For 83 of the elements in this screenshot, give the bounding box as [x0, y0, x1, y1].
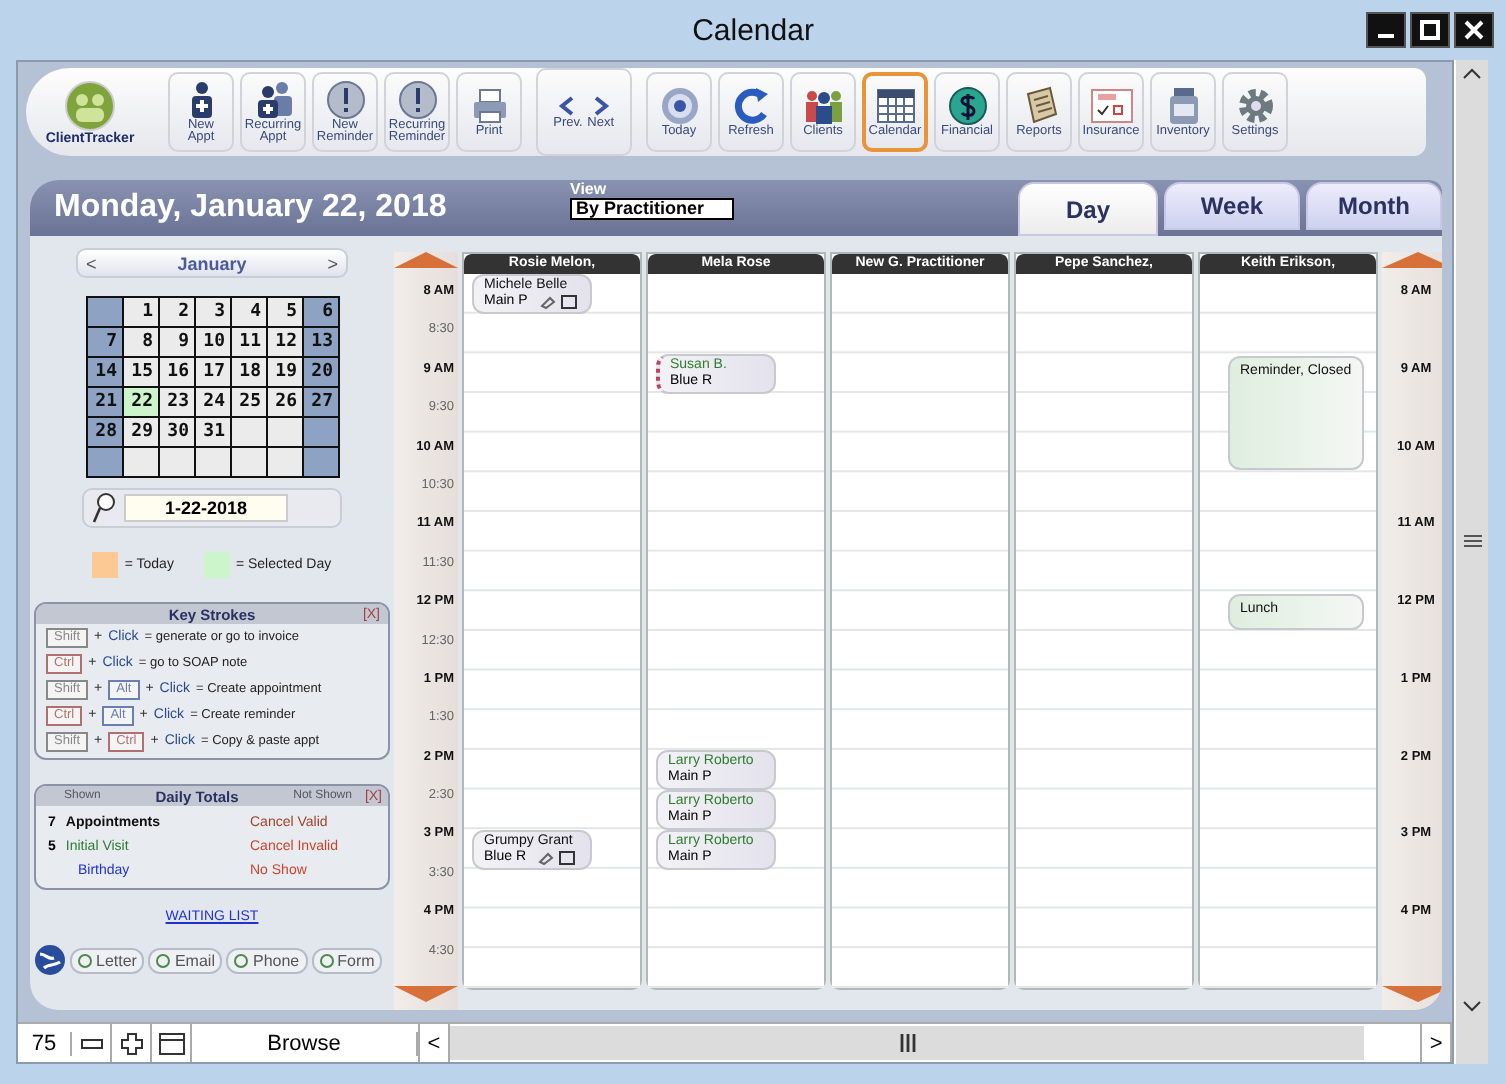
- circle-icon: [78, 953, 92, 967]
- day-cell[interactable]: 15: [123, 358, 157, 386]
- next-month-button[interactable]: >: [327, 253, 338, 273]
- day-cell[interactable]: 24: [195, 388, 229, 416]
- minus-icon: [79, 1033, 103, 1053]
- day-cell[interactable]: 21: [87, 388, 121, 416]
- close-icon: [1464, 20, 1484, 40]
- day-cell[interactable]: 2: [159, 298, 193, 326]
- close-button[interactable]: [1454, 12, 1494, 48]
- date-heading: Monday, January 22, 2018: [54, 190, 449, 226]
- previous-month-button[interactable]: <: [86, 253, 97, 273]
- day-cell[interactable]: 17: [195, 358, 229, 386]
- day-cell[interactable]: 27: [303, 388, 337, 416]
- send-tab[interactable]: Form: [311, 947, 383, 973]
- day-cell[interactable]: 4: [231, 298, 265, 326]
- grip-icon: [897, 1034, 918, 1052]
- scroll-left-button[interactable]: <: [418, 1024, 450, 1062]
- send-tab[interactable]: Email: [148, 947, 223, 973]
- day-cell[interactable]: 11: [231, 328, 265, 356]
- form-icon: [1089, 85, 1133, 126]
- dollar-icon: [945, 85, 989, 126]
- horizontal-scrollbar[interactable]: [450, 1026, 1365, 1060]
- scroll-down-arrow[interactable]: [394, 986, 458, 1002]
- day-cell[interactable]: 25: [231, 388, 265, 416]
- send-tab[interactable]: Letter: [70, 947, 145, 973]
- exclamation-icon: [395, 79, 439, 119]
- scroll-up-icon: [1462, 68, 1483, 80]
- day-cell[interactable]: 9: [159, 328, 193, 356]
- scroll-down-arrow[interactable]: [1382, 986, 1442, 1002]
- scroll-up-arrow[interactable]: [394, 252, 458, 268]
- day-cell[interactable]: 13: [303, 328, 337, 356]
- day-cell[interactable]: 28: [87, 418, 121, 446]
- day-cell[interactable]: 26: [267, 388, 301, 416]
- day-cell[interactable]: 3: [195, 298, 229, 326]
- target-icon: [657, 85, 701, 126]
- view-dropdown[interactable]: By Practitioner: [570, 198, 734, 220]
- minimize-icon: [1378, 34, 1394, 38]
- gear-icon: [1233, 85, 1277, 126]
- circle-icon: [156, 953, 171, 967]
- scroll-down-icon: [1462, 1000, 1483, 1012]
- scroll-up-arrow[interactable]: [1382, 252, 1442, 268]
- send-tab[interactable]: Phone: [226, 947, 308, 973]
- view-tab[interactable]: Month: [1306, 182, 1442, 230]
- plus-icon: [119, 1031, 143, 1055]
- view-label: View: [570, 180, 609, 198]
- scroll-right-button[interactable]: >: [1420, 1024, 1453, 1062]
- exclamation-icon: [323, 79, 367, 119]
- grip-icon: [1463, 533, 1482, 547]
- people-logo-icon: [64, 79, 116, 131]
- window-icon: [157, 1031, 185, 1055]
- day-cell[interactable]: 19: [267, 358, 301, 386]
- date-field[interactable]: 1-22-2018: [124, 494, 288, 522]
- day-cell[interactable]: 12: [267, 328, 301, 356]
- circle-icon: [319, 953, 334, 967]
- search-icon: [92, 492, 116, 524]
- day-cell[interactable]: 10: [195, 328, 229, 356]
- day-cell[interactable]: 16: [159, 358, 193, 386]
- minimize-button[interactable]: [1366, 12, 1406, 48]
- month-name: January: [177, 253, 247, 273]
- day-cell[interactable]: 8: [123, 328, 157, 356]
- window-title: Calendar: [692, 13, 814, 47]
- day-cell[interactable]: 29: [123, 418, 157, 446]
- view-tab[interactable]: Day: [1018, 182, 1158, 236]
- people-icon: [801, 85, 845, 126]
- day-cell[interactable]: 30: [159, 418, 193, 446]
- day-cell[interactable]: 20: [303, 358, 337, 386]
- day-cell[interactable]: 18: [231, 358, 265, 386]
- refresh-icon: [729, 85, 773, 126]
- day-cell[interactable]: 1: [123, 298, 157, 326]
- day-cell[interactable]: 22: [123, 388, 157, 416]
- day-cell[interactable]: 31: [195, 418, 229, 446]
- calendar-icon: [873, 85, 917, 126]
- maximize-icon: [1420, 20, 1440, 40]
- day-cell[interactable]: 23: [159, 388, 193, 416]
- globe-icon: [34, 944, 66, 976]
- vertical-scrollbar[interactable]: [1454, 60, 1488, 1064]
- day-cell[interactable]: 6: [303, 298, 337, 326]
- circle-icon: [234, 953, 249, 967]
- view-tab[interactable]: Week: [1164, 182, 1300, 230]
- day-cell[interactable]: 7: [87, 328, 121, 356]
- day-cell[interactable]: 14: [87, 358, 121, 386]
- day-cell[interactable]: 5: [267, 298, 301, 326]
- maximize-button[interactable]: [1410, 12, 1450, 48]
